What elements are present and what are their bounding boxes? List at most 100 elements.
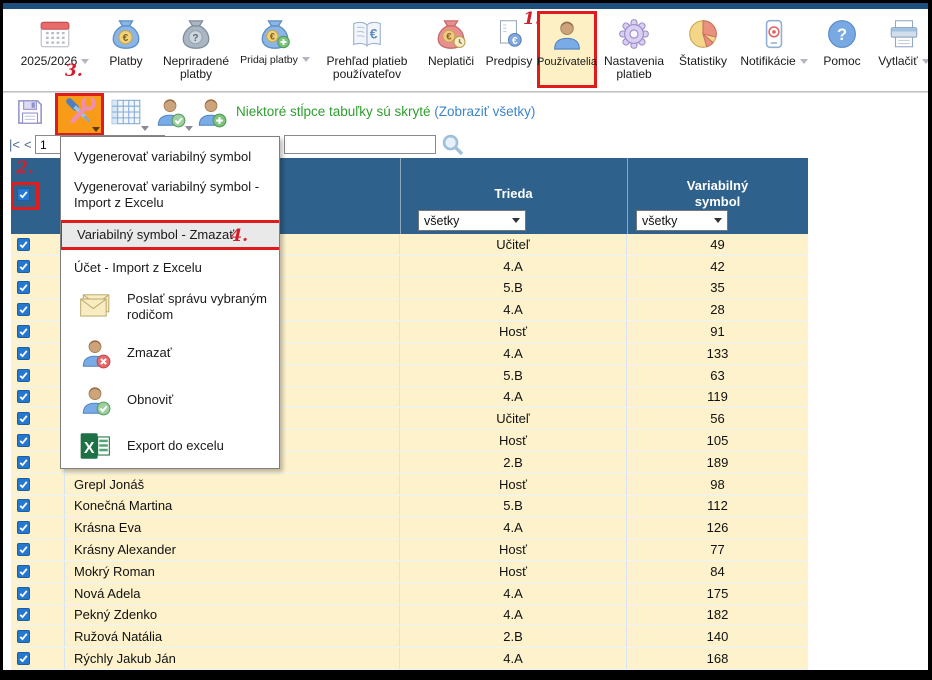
- row-checkbox[interactable]: [17, 238, 30, 251]
- chevron-down-icon: [81, 59, 89, 64]
- menu-item-posla-spr-vu-vybran-m-rodi-om[interactable]: Poslať správu vybraným rodičom: [61, 284, 279, 330]
- row-checkbox[interactable]: [17, 587, 30, 600]
- user-confirm-icon: [153, 95, 187, 134]
- cell-trieda: 5.B: [400, 496, 627, 517]
- user-confirm-button[interactable]: [151, 95, 189, 133]
- cell-name: Krásna Eva: [65, 517, 400, 538]
- nav-item-label: Nepriradené platby: [155, 55, 237, 82]
- nav-item-pridaj-platby[interactable]: € Pridaj platby: [237, 11, 313, 85]
- cell-variabilny-symbol: 49: [627, 234, 808, 255]
- users-icon: [549, 18, 585, 52]
- row-checkbox[interactable]: [17, 456, 30, 469]
- row-checkbox[interactable]: [17, 347, 30, 360]
- row-checkbox[interactable]: [17, 412, 30, 425]
- chevron-down-icon: [141, 126, 149, 131]
- menu-item-zmaza-[interactable]: Zmazať: [61, 330, 279, 376]
- row-checkbox[interactable]: [17, 543, 30, 556]
- trieda-filter-select[interactable]: všetky: [418, 210, 526, 231]
- nav-item-vytla-i-[interactable]: Vytlačiť: [871, 11, 932, 85]
- cell-trieda: Hosť: [400, 539, 627, 560]
- row-checkbox[interactable]: [17, 652, 30, 665]
- save-button[interactable]: [11, 95, 49, 133]
- excel-icon: X: [76, 429, 114, 463]
- nav-item-label: Nastavenia platieb: [597, 55, 671, 82]
- nav-item-nastavenia-platieb[interactable]: Nastavenia platieb: [597, 11, 671, 85]
- nav-item-neplati-i[interactable]: €Neplatiči: [421, 11, 481, 85]
- row-checkbox[interactable]: [17, 260, 30, 273]
- cell-variabilny-symbol: 133: [627, 343, 808, 364]
- cell-variabilny-symbol: 35: [627, 278, 808, 299]
- menu-item-obnovi-[interactable]: Obnoviť: [61, 376, 279, 424]
- pagination-prev[interactable]: <: [24, 137, 32, 152]
- cell-variabilny-symbol: 140: [627, 626, 808, 647]
- select-all-checkbox[interactable]: [17, 188, 30, 201]
- nav-item-label: Pridaj platby: [240, 55, 310, 67]
- svg-text:?: ?: [837, 26, 847, 44]
- row-checkbox[interactable]: [17, 565, 30, 578]
- nav-item-label: Platby: [109, 55, 142, 68]
- chevron-down-icon: [714, 218, 722, 223]
- cell-variabilny-symbol: 168: [627, 648, 808, 669]
- row-checkbox[interactable]: [17, 499, 30, 512]
- nav-item-label: Predpisy: [486, 55, 533, 68]
- nav-item--tatistiky[interactable]: Štatistiky: [671, 11, 735, 85]
- menu-item-variabiln-symbol-zmaza-[interactable]: Variabilný symbol - Zmazať4.: [60, 220, 280, 250]
- table-row: Konečná Martina5.B112: [11, 496, 808, 518]
- cell-variabilny-symbol: 77: [627, 539, 808, 560]
- menu-item-vygenerova-variabiln-symbol[interactable]: Vygenerovať variabilný symbol: [61, 142, 279, 172]
- nav-item-platby[interactable]: €Platby: [97, 11, 155, 85]
- pagination-first[interactable]: |<: [9, 137, 20, 152]
- nav-item-2025-2026[interactable]: 2025/2026: [13, 11, 97, 85]
- cell-trieda: Hosť: [400, 430, 627, 451]
- nav-item-preh-ad-platieb-pou-vate-ov[interactable]: €Prehľad platieb používateľov: [313, 11, 421, 85]
- search-input[interactable]: [284, 135, 436, 154]
- cell-trieda: 4.A: [400, 387, 627, 408]
- columns-button[interactable]: [107, 95, 145, 133]
- cell-name: Mokrý Roman: [65, 561, 400, 582]
- chevron-down-icon: [302, 57, 310, 62]
- row-checkbox[interactable]: [17, 281, 30, 294]
- user-restore-icon: [76, 383, 114, 417]
- cell-trieda: 4.A: [400, 256, 627, 277]
- table-row: Ružová Natália2.B140: [11, 626, 808, 648]
- row-checkbox[interactable]: [17, 303, 30, 316]
- nav-item-nepriraden-platby[interactable]: ?Nepriradené platby: [155, 11, 237, 85]
- menu-item--et-import-z-excelu[interactable]: Účet - Import z Excelu: [61, 252, 279, 284]
- cell-trieda: 4.A: [400, 517, 627, 538]
- help-icon: ?: [824, 17, 860, 51]
- cell-trieda: Hosť: [400, 474, 627, 495]
- payment-settings-icon: [616, 17, 652, 51]
- nav-item-pou-vatelia[interactable]: Používatelia1.: [537, 11, 597, 88]
- chevron-down-icon: [922, 59, 930, 64]
- menu-item-export-do-excelu[interactable]: XExport do excelu: [61, 424, 279, 468]
- calendar-icon: [37, 17, 73, 51]
- row-checkbox[interactable]: [17, 608, 30, 621]
- step-label-2: 2.: [16, 158, 34, 178]
- nav-item-label: 2025/2026: [21, 55, 90, 68]
- nav-item-label: Vytlačiť: [878, 55, 929, 68]
- prescriptions-icon: €: [491, 17, 527, 51]
- nav-item-pomoc[interactable]: ?Pomoc: [813, 11, 871, 85]
- columns-icon: [109, 95, 143, 134]
- row-checkbox[interactable]: [17, 521, 30, 534]
- menu-item-vygenerova-variabiln-symbol-import-z-exc[interactable]: Vygenerovať variabilný symbol - Import z…: [61, 172, 279, 218]
- column-header-trieda: Trieda: [400, 186, 627, 202]
- nav-item-label: Štatistiky: [679, 55, 727, 68]
- search-icon[interactable]: [440, 132, 466, 158]
- row-checkbox[interactable]: [17, 325, 30, 338]
- nav-item-notifik-cie[interactable]: Notifikácie: [735, 11, 813, 85]
- row-checkbox[interactable]: [17, 434, 30, 447]
- svg-text:€: €: [446, 32, 452, 43]
- show-all-columns-link[interactable]: (Zobraziť všetky): [434, 104, 535, 119]
- user-add-button[interactable]: [192, 95, 230, 133]
- row-checkbox[interactable]: [17, 369, 30, 382]
- row-checkbox[interactable]: [17, 390, 30, 403]
- add-payments-icon: €: [257, 17, 293, 51]
- nav-item-predpisy[interactable]: € Predpisy: [481, 11, 537, 85]
- cell-variabilny-symbol: 112: [627, 496, 808, 517]
- row-checkbox[interactable]: [17, 630, 30, 643]
- variabilny-symbol-filter-select[interactable]: všetky: [636, 210, 728, 231]
- cell-trieda: 4.A: [400, 299, 627, 320]
- tools-button[interactable]: [55, 93, 104, 136]
- row-checkbox[interactable]: [17, 478, 30, 491]
